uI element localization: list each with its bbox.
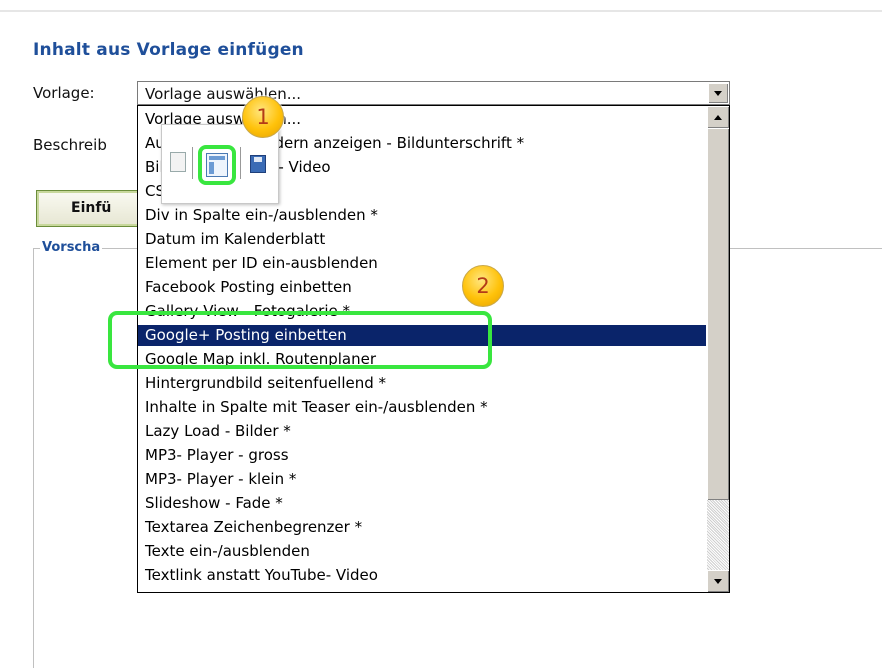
scroll-track[interactable] [707, 500, 729, 570]
beschreibung-label: Beschreib [33, 136, 107, 154]
dropdown-option[interactable]: MP3- Player - klein * [138, 469, 706, 490]
arrow-down-icon [714, 579, 722, 584]
insert-button-label: Einfü [71, 200, 112, 216]
save-icon[interactable] [250, 155, 266, 173]
layout-icon-header [209, 156, 225, 160]
arrow-up-icon [714, 115, 722, 120]
vorlage-select[interactable]: Vorlage auswählen... [137, 81, 730, 105]
dropdown-option[interactable]: Element per ID ein-ausblenden [138, 253, 706, 274]
dropdown-option[interactable]: Datum im Kalenderblatt [138, 229, 706, 250]
dropdown-option[interactable]: Facebook Posting einbetten [138, 277, 706, 298]
dropdown-option[interactable]: Lazy Load - Bilder * [138, 421, 706, 442]
dropdown-option[interactable]: Hintergrundbild seitenfuellend * [138, 373, 706, 394]
vorlage-label: Vorlage: [33, 84, 95, 102]
chevron-down-icon [714, 91, 722, 96]
dropdown-option[interactable]: Textarea Zeichenbegrenzer * [138, 517, 706, 538]
toolbar-separator [192, 147, 193, 179]
scroll-thumb[interactable] [707, 128, 729, 500]
layout-icon-column [209, 162, 214, 174]
save-icon-slot [254, 157, 262, 162]
template-icon[interactable] [170, 152, 186, 172]
insert-button[interactable]: Einfü [36, 190, 148, 227]
dropdown-scrollbar[interactable] [707, 106, 729, 592]
scroll-up-button[interactable] [707, 106, 729, 128]
dropdown-option[interactable]: Div in Spalte ein-/ausblenden * [138, 205, 706, 226]
layout-icon[interactable] [206, 153, 228, 177]
top-divider [0, 10, 882, 12]
step-badge-1: 1 [242, 96, 284, 138]
dropdown-option[interactable]: Textlink anstatt YouTube- Video [138, 565, 706, 586]
page-title: Inhalt aus Vorlage einfügen [33, 40, 304, 60]
toolbar-separator [240, 147, 241, 179]
vorlage-select-value: Vorlage auswählen... [145, 85, 302, 103]
dropdown-option[interactable]: Slideshow - Fade * [138, 493, 706, 514]
dropdown-option[interactable]: Texte ein-/ausblenden [138, 541, 706, 562]
dropdown-option[interactable]: MP3- Player - gross [138, 445, 706, 466]
step-badge-2: 2 [462, 265, 504, 307]
preview-legend: Vorscha [40, 240, 103, 255]
highlight-frame-option [108, 311, 492, 369]
select-dropdown-button[interactable] [708, 83, 728, 103]
dropdown-option[interactable]: Inhalte in Spalte mit Teaser ein-/ausble… [138, 397, 706, 418]
scroll-down-button[interactable] [707, 570, 729, 592]
